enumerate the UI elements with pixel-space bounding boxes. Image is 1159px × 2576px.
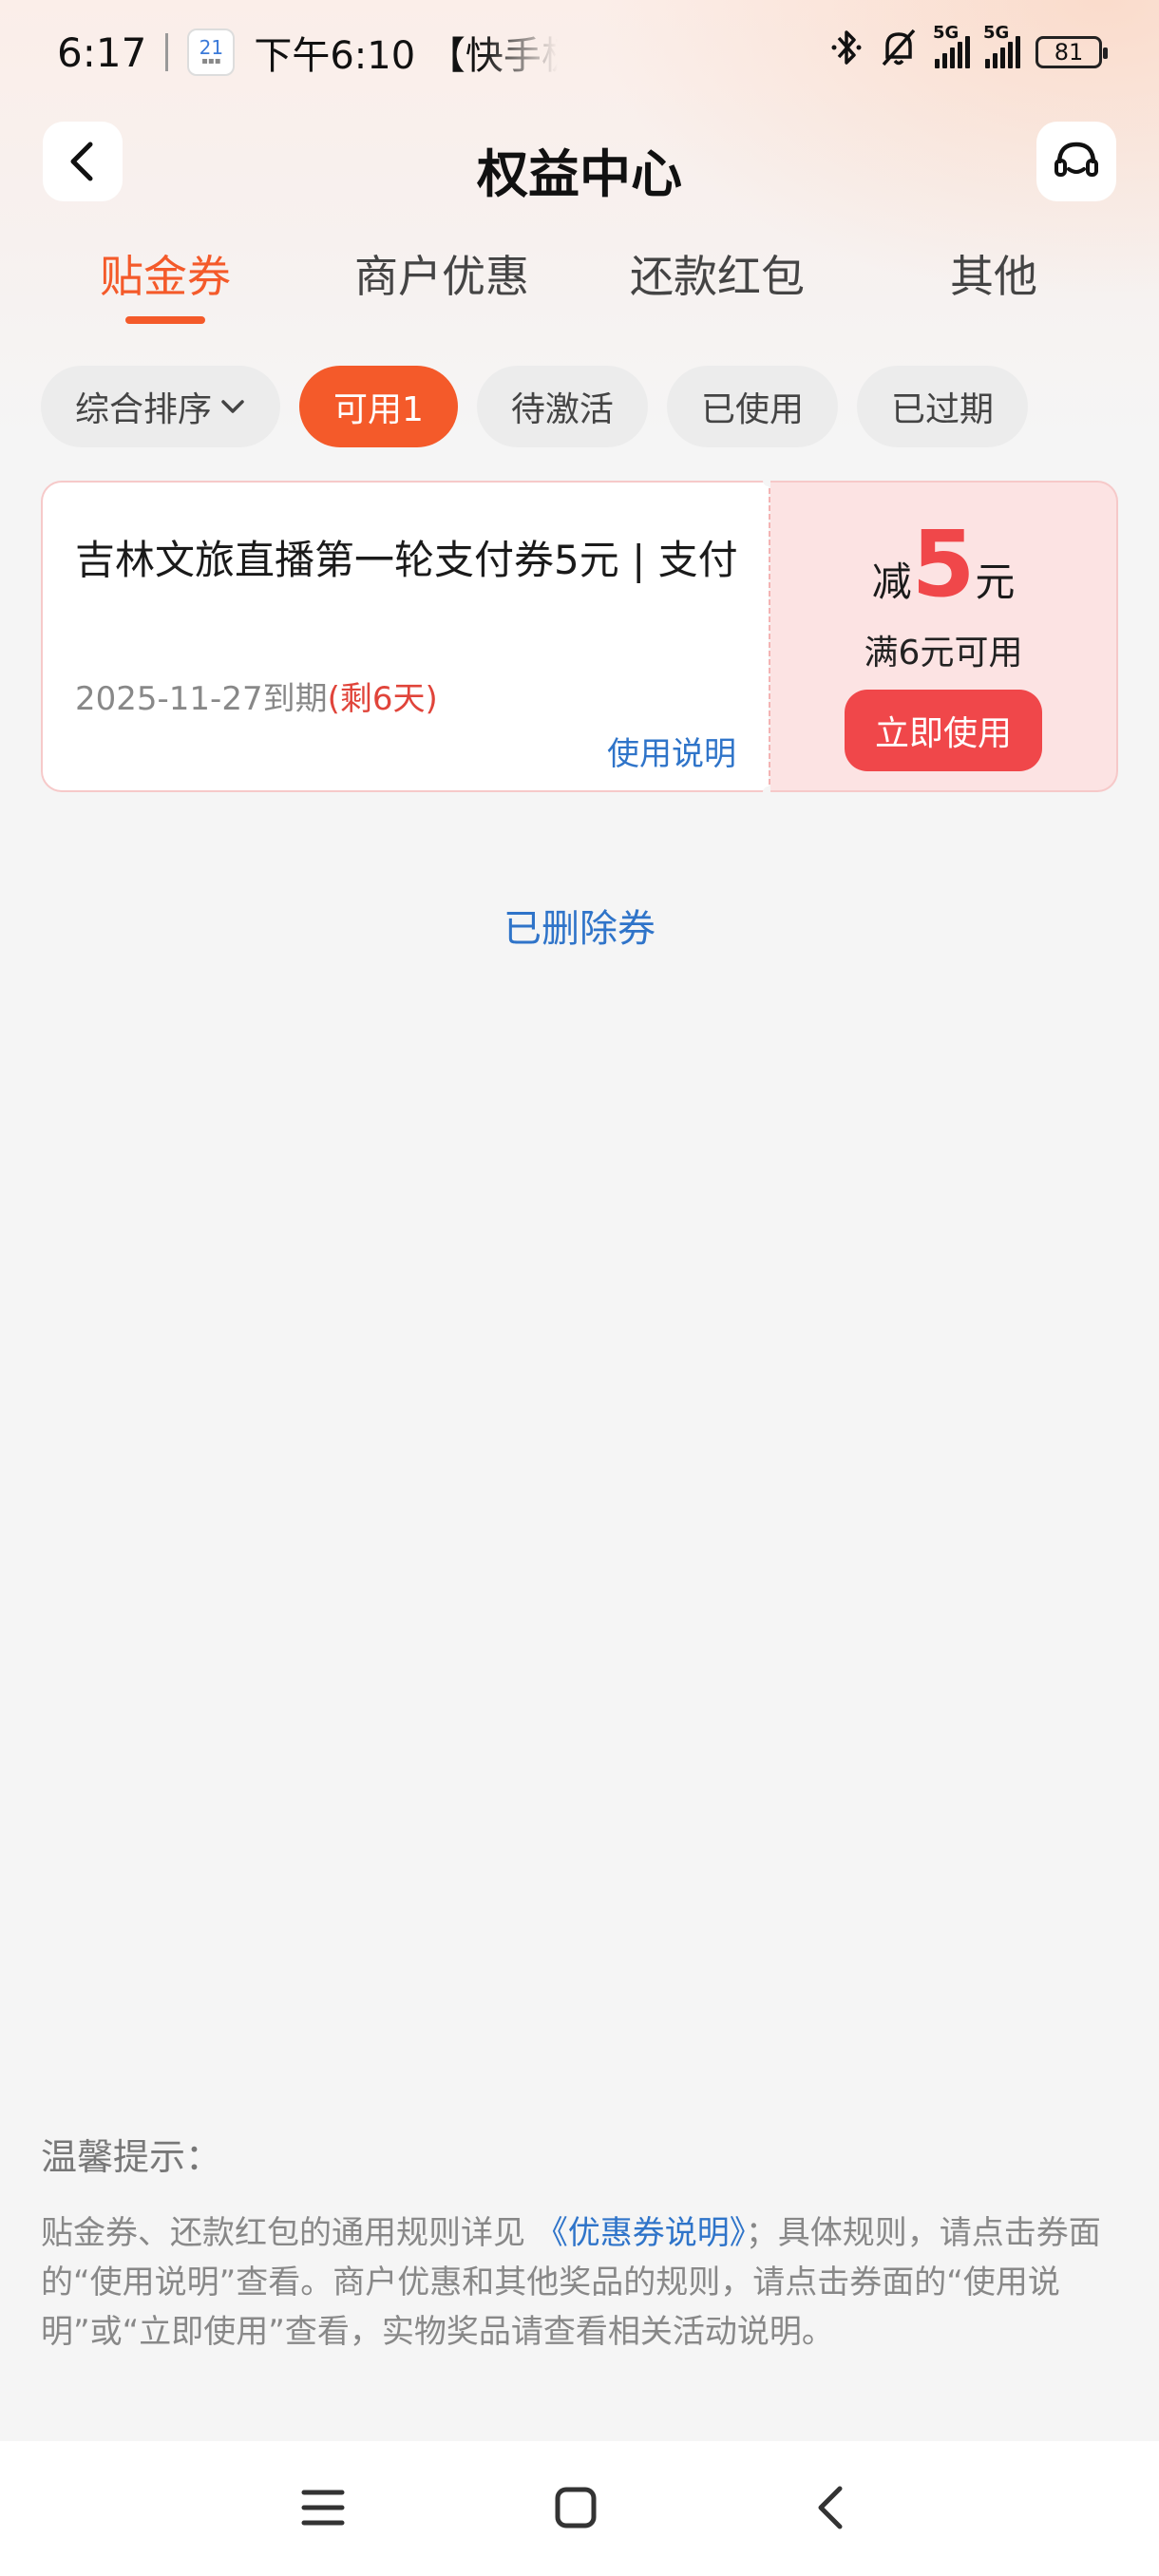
coupon-amount: 减5元 — [871, 511, 1016, 617]
use-now-button[interactable]: 立即使用 — [845, 690, 1042, 771]
menu-nav-button[interactable] — [293, 2477, 353, 2538]
menu-icon — [301, 2490, 345, 2526]
back-nav-button[interactable] — [800, 2477, 861, 2538]
tips-body: 贴金券、还款红包的通用规则详见 《优惠券说明》；具体规则，请点击券面的“使用说明… — [41, 2214, 1101, 2351]
mute-bell-icon — [878, 27, 920, 78]
battery-icon: 81 — [1036, 36, 1108, 68]
tab-bar: 贴金券 商户优惠 还款红包 其他 — [0, 242, 1159, 337]
coupon-days-remaining: (剩6天) — [327, 680, 438, 718]
tab-repayment-red-packet[interactable]: 还款红包 — [594, 242, 841, 305]
deleted-coupons-link[interactable]: 已删除券 — [0, 898, 1159, 953]
page-title: 权益中心 — [477, 144, 682, 204]
status-time: 6:17 — [57, 28, 147, 76]
filter-used[interactable]: 已使用 — [666, 366, 838, 447]
filter-available[interactable]: 可用1 — [299, 366, 458, 447]
coupon-condition: 满6元可用 — [864, 634, 1023, 672]
calendar-app-icon: 21 ▪▪▪ — [187, 28, 236, 76]
tab-other[interactable]: 其他 — [870, 242, 1117, 305]
back-triangle-icon — [818, 2486, 843, 2529]
headset-icon — [1054, 142, 1098, 177]
page-header: 权益中心 — [0, 119, 1159, 204]
signal-strength-2-icon: 5G — [983, 23, 1020, 68]
status-notification-ticker: 下午6:10 【快手极 — [254, 34, 559, 78]
tab-active-indicator — [125, 316, 205, 324]
signal-strength-1-icon: 5G — [933, 23, 970, 68]
status-bar: 6:17 21 ▪▪▪ 下午6:10 【快手极 5G 5G 81 — [0, 0, 1159, 104]
status-separator — [165, 33, 169, 71]
coupon-value-panel: 减5元 满6元可用 立即使用 — [770, 481, 1118, 792]
tips-title: 温馨提示： — [41, 2136, 222, 2178]
filter-chips: 综合排序 可用1 待激活 已使用 已过期 — [41, 366, 1028, 447]
coupon-terms-link[interactable]: 《优惠券说明》 — [536, 2214, 746, 2252]
usage-instructions-link[interactable]: 使用说明 — [607, 728, 736, 774]
bluetooth-icon — [830, 28, 863, 76]
home-square-icon — [555, 2487, 597, 2529]
system-navigation-bar — [0, 2441, 1159, 2576]
sort-dropdown[interactable]: 综合排序 — [41, 366, 281, 447]
coupon-title: 吉林文旅直播第一轮支付券5元 | 支付 — [75, 537, 738, 583]
tab-merchant-offers[interactable]: 商户优惠 — [318, 242, 565, 305]
coupon-info: 吉林文旅直播第一轮支付券5元 | 支付 2025-11-27到期(剩6天) 使用… — [41, 481, 769, 792]
home-nav-button[interactable] — [545, 2477, 606, 2538]
coupon-amount-value: 5 — [911, 511, 976, 617]
chevron-down-icon — [221, 400, 244, 413]
filter-pending-activation[interactable]: 待激活 — [476, 366, 648, 447]
coupon-expiry: 2025-11-27到期(剩6天) — [75, 680, 438, 718]
customer-service-button[interactable] — [1036, 122, 1116, 201]
filter-expired[interactable]: 已过期 — [856, 366, 1028, 447]
tab-gold-coupon[interactable]: 贴金券 — [42, 242, 289, 324]
coupon-card: 吉林文旅直播第一轮支付券5元 | 支付 2025-11-27到期(剩6天) 使用… — [41, 475, 1118, 798]
